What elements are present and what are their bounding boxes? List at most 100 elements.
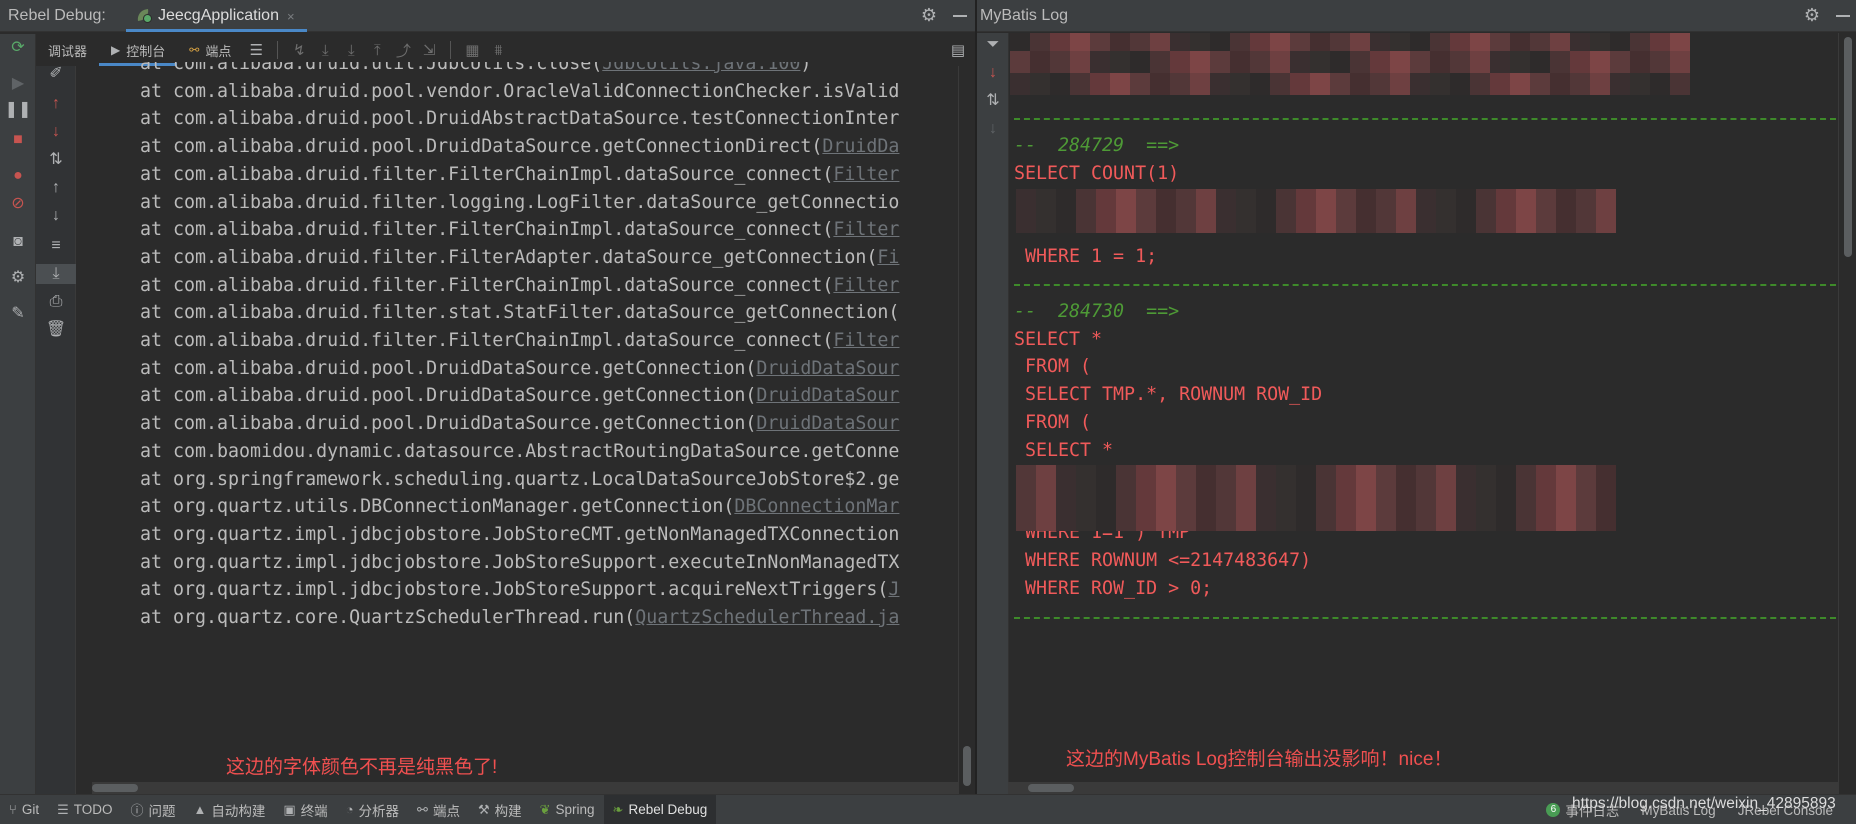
sql-log-output[interactable]: -- 284729 ==> SELECT COUNT(1) WHERE 1 = 1… [1010, 33, 1840, 778]
stack-trace-text: at com.alibaba.druid.filter.stat.StatFil… [140, 302, 900, 324]
pin-icon[interactable]: ✎ [0, 304, 36, 324]
scrollbar-thumb[interactable] [1028, 784, 1074, 792]
mybatis-log-panel: MyBatis Log ⚙ ⏷ ↓ ⇅ ↓ -- 284729 ==> SELEC… [975, 0, 1856, 794]
scroll-to-end-icon[interactable]: ⤓ [36, 264, 76, 284]
gear-icon[interactable]: ⚙ [921, 6, 937, 24]
source-location-link[interactable]: DruidDataSour [756, 413, 899, 434]
stack-trace-line: at com.alibaba.druid.filter.FilterAdapte… [140, 244, 899, 272]
sort-icon[interactable]: ⇅ [977, 91, 1009, 111]
mute-breakpoints-icon[interactable]: ⊘ [0, 194, 36, 214]
stack-trace-tail: ) [800, 62, 812, 74]
tool-window-icon: ❦ [539, 801, 551, 817]
stack-trace-line: at com.alibaba.druid.util.JdbcUtils.clos… [140, 62, 811, 78]
stack-trace-line: at com.alibaba.druid.filter.FilterChainI… [140, 216, 899, 244]
tool-window-终端[interactable]: ▣ 终端 [274, 795, 336, 824]
rerun-icon[interactable]: ⟳ [0, 38, 36, 58]
tool-window-问题[interactable]: ⓘ 问题 [122, 795, 185, 824]
minimize-icon[interactable] [953, 15, 967, 17]
layout-icon[interactable]: ▤ [945, 41, 971, 59]
next-occurrence-icon[interactable]: ↓ [977, 63, 1009, 83]
stack-trace-text: at org.quartz.core.QuartzSchedulerThread… [140, 607, 636, 628]
source-location-link[interactable]: J [888, 579, 899, 600]
next-occurrence-icon[interactable]: ↓ [36, 122, 76, 142]
scrollbar-thumb[interactable] [963, 746, 971, 786]
source-location-link[interactable]: Filter [833, 164, 899, 185]
run-config-tab[interactable]: JeecgApplication × [126, 0, 307, 32]
tool-window-todo[interactable]: ☰ TODO [48, 795, 121, 824]
trash-icon[interactable]: 🗑 [36, 320, 76, 340]
console-output[interactable]: at com.alibaba.druid.util.JdbcUtils.clos… [78, 62, 958, 788]
horizontal-scrollbar[interactable] [92, 782, 958, 794]
stack-trace-line: at com.alibaba.druid.filter.FilterChainI… [140, 327, 899, 355]
tool-window-label: 端点 [432, 803, 460, 819]
panel-title: MyBatis Log [980, 7, 1069, 24]
tool-window-分析器[interactable]: ◔ 分析器 [337, 795, 408, 824]
source-location-link[interactable]: JdbcUtils.java:100 [602, 62, 800, 74]
mybatis-log-header: MyBatis Log ⚙ [977, 0, 1856, 32]
view-breakpoints-icon[interactable]: ● [0, 166, 36, 186]
stack-trace-line: at org.quartz.utils.DBConnectionManager.… [140, 493, 899, 521]
print-icon[interactable]: ⎙ [36, 292, 76, 312]
force-step-into-icon[interactable]: ⤒ [364, 42, 390, 59]
tool-window-git[interactable]: ⑂ Git [0, 795, 48, 824]
horizontal-scrollbar[interactable] [1008, 782, 1838, 794]
previous-occurrence-icon[interactable]: ↑ [36, 94, 76, 114]
source-location-link[interactable]: Filter [833, 219, 899, 240]
tool-window-rebel-debug[interactable]: ❧ Rebel Debug [603, 794, 717, 824]
source-location-link[interactable]: DruidDataSour [756, 358, 899, 379]
tool-window-label: Spring [555, 802, 595, 817]
soft-wrap-icon[interactable]: ≡ [36, 236, 76, 256]
debug-panel: Rebel Debug: JeecgApplication × ⚙ ⟳ ▶ ❚❚… [0, 0, 975, 794]
stop-icon[interactable]: ■ [0, 130, 36, 150]
scrollbar-thumb[interactable] [1844, 37, 1852, 257]
up-icon[interactable]: ↑ [36, 178, 76, 198]
show-execution-point-icon[interactable]: ↯ [286, 41, 312, 59]
minimize-icon[interactable] [1836, 15, 1850, 17]
tool-window-端点[interactable]: ⚯ 端点 [408, 795, 469, 824]
source-location-link[interactable]: DruidDa [822, 136, 899, 157]
tool-window-label: TODO [73, 802, 113, 817]
stack-trace-line: at com.alibaba.druid.pool.DruidDataSourc… [140, 355, 899, 383]
debug-action-strip: ⟳ ▶ ❚❚ ■ ● ⊘ ◙ ⚙ ✎ [0, 34, 36, 794]
filter-icon[interactable]: ⏷ [977, 35, 1009, 55]
tool-window-构建[interactable]: ⚒ 构建 [469, 795, 531, 824]
step-out-icon[interactable]: ⤴ [390, 40, 416, 61]
source-location-link[interactable]: Filter [833, 330, 899, 351]
menu-icon[interactable]: ☰ [243, 41, 269, 59]
source-location-link[interactable]: Fi [877, 247, 899, 268]
settings-icon[interactable]: ⚙ [0, 268, 36, 288]
source-location-link[interactable]: QuartzSchedulerThread.ja [635, 607, 899, 628]
scrollbar-thumb[interactable] [92, 784, 138, 792]
close-icon[interactable]: × [287, 9, 295, 24]
vertical-scrollbar[interactable] [1838, 33, 1856, 794]
toolbar-divider [277, 41, 279, 59]
down-icon[interactable]: ↓ [36, 206, 76, 226]
resume-icon[interactable]: ▶ [0, 74, 36, 94]
statement-divider [1014, 617, 1836, 619]
vertical-scrollbar[interactable] [958, 66, 975, 794]
step-over-icon[interactable]: ⤓ [312, 42, 338, 59]
source-location-link[interactable]: DruidDataSour [756, 385, 899, 406]
source-location-link[interactable]: Filter [833, 275, 899, 296]
gear-icon[interactable]: ⚙ [1804, 6, 1820, 24]
camera-icon[interactable]: ◙ [0, 232, 36, 252]
down-icon[interactable]: ↓ [977, 119, 1009, 139]
pause-icon[interactable]: ❚❚ [0, 100, 36, 120]
sql-line: WHERE ROW_ID > 0; [1014, 578, 1213, 599]
tool-window-label: 问题 [148, 803, 176, 819]
tool-window-spring[interactable]: ❦ Spring [531, 795, 604, 824]
clear-icon[interactable]: ✐ [36, 64, 76, 84]
tool-window-自动构建[interactable]: ▲ 自动构建 [185, 795, 275, 824]
stack-trace-line: at com.alibaba.druid.pool.vendor.OracleV… [140, 78, 899, 106]
stack-trace-line: at com.alibaba.druid.pool.DruidAbstractD… [140, 105, 899, 133]
sql-comment-line: -- 284729 ==> [1014, 135, 1180, 156]
source-location-link[interactable]: DBConnectionMar [734, 496, 899, 517]
trace-icon[interactable]: ⩩ [485, 42, 511, 59]
tool-window-icon: ▣ [283, 801, 296, 817]
step-into-icon[interactable]: ⤓ [338, 42, 364, 59]
tab-console-label: 控制台 [126, 43, 166, 59]
evaluate-expression-icon[interactable]: ▦ [459, 41, 485, 59]
run-to-cursor-icon[interactable]: ⇲ [416, 41, 442, 59]
stack-trace-text: at com.alibaba.druid.filter.FilterChainI… [140, 274, 834, 296]
sort-icon[interactable]: ⇅ [36, 150, 76, 170]
